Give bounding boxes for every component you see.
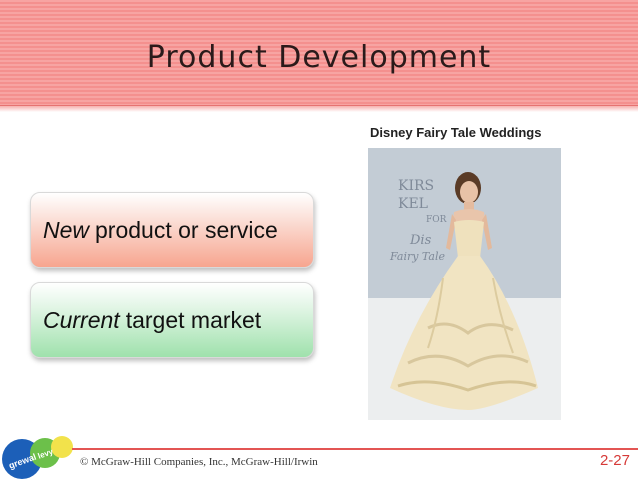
grewal-levy-logo: grewal levy (2, 436, 73, 479)
photo-caption: Disney Fairy Tale Weddings (370, 125, 542, 140)
footer-divider (72, 448, 638, 450)
sign-text-2: KEL (398, 196, 428, 212)
sign-text-1: KIRS (398, 178, 434, 194)
current-market-text: target market (125, 306, 262, 333)
sign-text-4: Dis (409, 233, 432, 248)
slide-title: Product Development (146, 40, 492, 75)
page-number: 2-27 (599, 452, 630, 469)
new-product-box: New product or service (30, 192, 314, 268)
header-divider (0, 106, 638, 112)
copyright-footer: © McGraw-Hill Companies, Inc., McGraw-Hi… (80, 456, 318, 468)
wedding-dress-photo: KIRS KEL FOR Dis Fairy Tale (368, 148, 561, 420)
current-emphasis: Current (43, 306, 120, 333)
new-product-text: product or service (95, 216, 278, 243)
sign-text-5: Fairy Tale (389, 250, 445, 263)
current-market-box: Current target market (30, 282, 314, 358)
sign-text-3: FOR (426, 215, 447, 225)
new-emphasis: New (43, 216, 90, 243)
wedding-dress-illustration: KIRS KEL FOR Dis Fairy Tale (368, 148, 561, 420)
